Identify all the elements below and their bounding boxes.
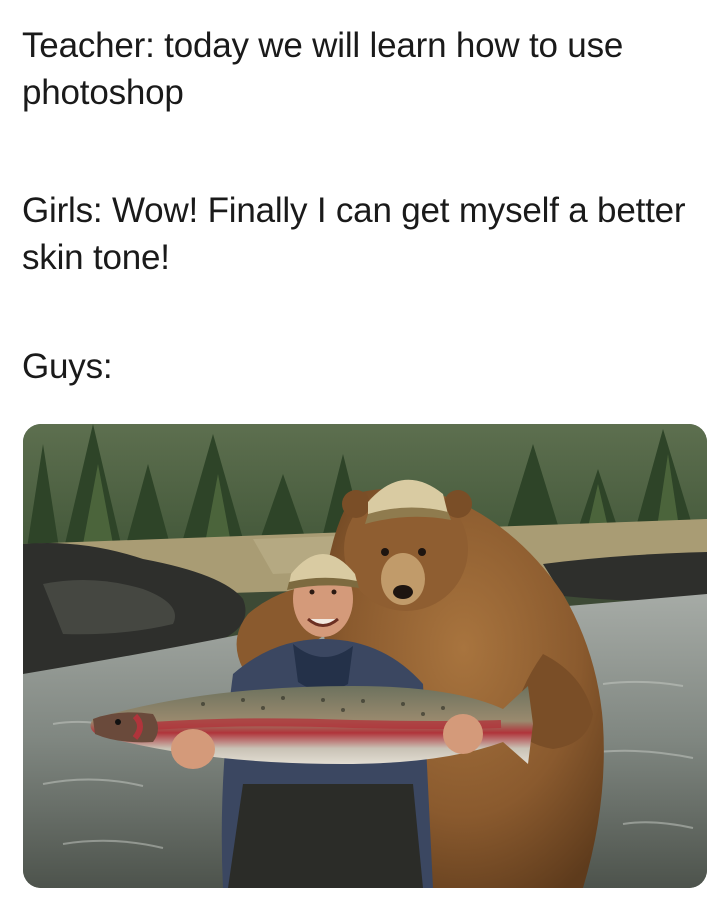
- teacher-caption: Teacher: today we will learn how to use …: [22, 26, 624, 112]
- photo-illustration: [23, 424, 707, 888]
- bear-eye-left: [381, 548, 389, 556]
- guys-caption: Guys:: [22, 347, 113, 386]
- man-left-hand: [171, 729, 215, 769]
- bear-eye-right: [418, 548, 426, 556]
- girls-caption: Girls: Wow! Finally I can get myself a b…: [22, 191, 686, 277]
- man-right-hand: [443, 714, 483, 754]
- meme-photo: [23, 424, 707, 888]
- bear-nose: [393, 585, 413, 599]
- man-waders: [228, 784, 423, 888]
